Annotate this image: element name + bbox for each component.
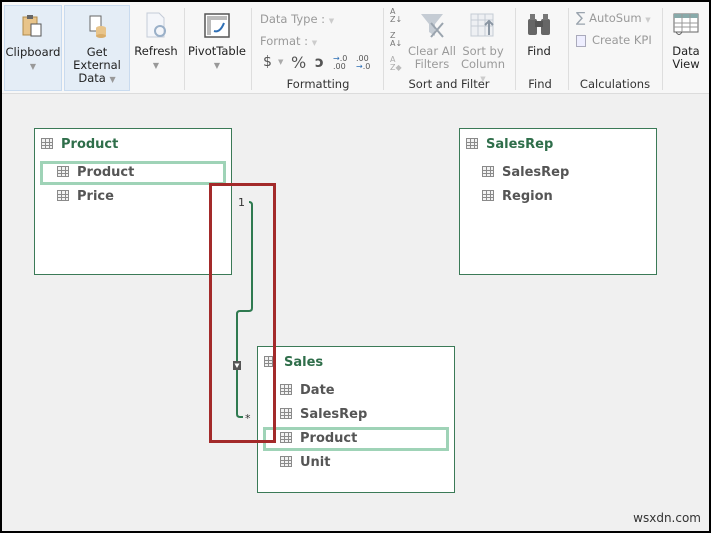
label-line1: Clear All (408, 44, 456, 58)
chevron-down-icon: ▼ (213, 61, 221, 70)
refresh-label: Refresh (134, 44, 178, 58)
sort-a-to-z-button[interactable]: A Z↓ (390, 8, 402, 24)
autosum-button[interactable]: ∑ AutoSum ▼ (576, 10, 651, 26)
data-type-dropdown[interactable]: Data Type : ▼ (260, 12, 334, 26)
pivottable-button[interactable]: PivotTable ▼ (188, 5, 246, 91)
refresh-icon (146, 12, 166, 38)
label-line2: Filters (414, 57, 450, 71)
chevron-down-icon: ▼ (29, 62, 37, 71)
sigma-icon: ∑ (576, 10, 586, 26)
format-dropdown[interactable]: Format : ▼ (260, 34, 317, 48)
find-label: Find (527, 44, 551, 58)
sort-filter-group-label: Sort and Filter (408, 77, 490, 91)
data-view-icon (673, 13, 699, 35)
power-pivot-window: Clipboard ▼ Get External Data ▼ Refresh ▼… (2, 2, 709, 531)
clear-filter-icon (421, 14, 444, 38)
sort-z-to-a-button[interactable]: Z A↓ (390, 32, 402, 48)
format-label: Format : (260, 34, 309, 48)
ribbon-separator (251, 8, 252, 90)
currency-button[interactable]: $ (263, 54, 272, 70)
pivottable-label: PivotTable (188, 44, 246, 58)
clear-sort-button[interactable]: A Z◆ (390, 56, 402, 72)
label-line2: Column (460, 57, 506, 71)
decrease-decimal-button[interactable]: .00 →.0 (356, 55, 376, 71)
sort-by-column-icon (470, 13, 494, 37)
ribbon-separator (184, 8, 185, 90)
binoculars-icon (528, 14, 550, 35)
find-group-label: Find (528, 77, 552, 91)
formatting-group-label: Formatting (286, 77, 350, 91)
label-line1: Data (672, 44, 700, 58)
create-kpi-label: Create KPI (592, 33, 652, 47)
chevron-down-icon: ▼ (152, 61, 160, 70)
data-type-label: Data Type : (260, 12, 326, 26)
calculations-group-label: Calculations (579, 77, 651, 91)
chevron-down-icon: ▼ (311, 39, 318, 47)
refresh-button[interactable]: Refresh ▼ (133, 5, 179, 91)
ribbon-separator (662, 8, 663, 90)
relationship-line[interactable] (2, 95, 709, 531)
clipboard-button[interactable]: Clipboard ▼ (4, 5, 62, 91)
get-external-data-button[interactable]: Get External Data ▼ (64, 5, 130, 91)
chevron-down-icon: ▼ (278, 58, 284, 66)
annotation-highlight-box (209, 183, 276, 443)
get-external-data-label: Get External Data ▼ (65, 46, 129, 86)
autosum-label: AutoSum (589, 11, 642, 25)
watermark: wsxdn.com (633, 511, 701, 525)
clear-all-filters-label: Clear All Filters (407, 45, 457, 71)
diagram-canvas: Product Product Price SalesRep SalesRep … (2, 95, 709, 531)
chevron-down-icon: ▼ (328, 17, 335, 25)
create-kpi-button[interactable]: Create KPI (576, 33, 652, 47)
clipboard-icon (22, 15, 42, 37)
label-line1: Get External (73, 45, 121, 72)
chevron-down-icon: ▼ (645, 16, 651, 24)
kpi-icon (576, 34, 586, 47)
data-view-button[interactable]: Data View (666, 5, 706, 91)
data-view-label: Data View (666, 45, 706, 71)
label-line2: View (672, 57, 700, 71)
label-line1: Sort by (462, 44, 504, 58)
increase-decimal-button[interactable]: →.0.00 (333, 55, 353, 71)
database-icon (89, 15, 106, 38)
clipboard-label: Clipboard (5, 45, 61, 59)
label-line2: Data (78, 71, 106, 85)
chevron-down-icon: ▼ (109, 75, 116, 84)
ribbon: Clipboard ▼ Get External Data ▼ Refresh ▼… (2, 2, 709, 94)
comma-style-button[interactable]: ɔ (315, 53, 324, 71)
pivottable-icon (204, 13, 230, 38)
percent-button[interactable]: % (291, 53, 306, 72)
